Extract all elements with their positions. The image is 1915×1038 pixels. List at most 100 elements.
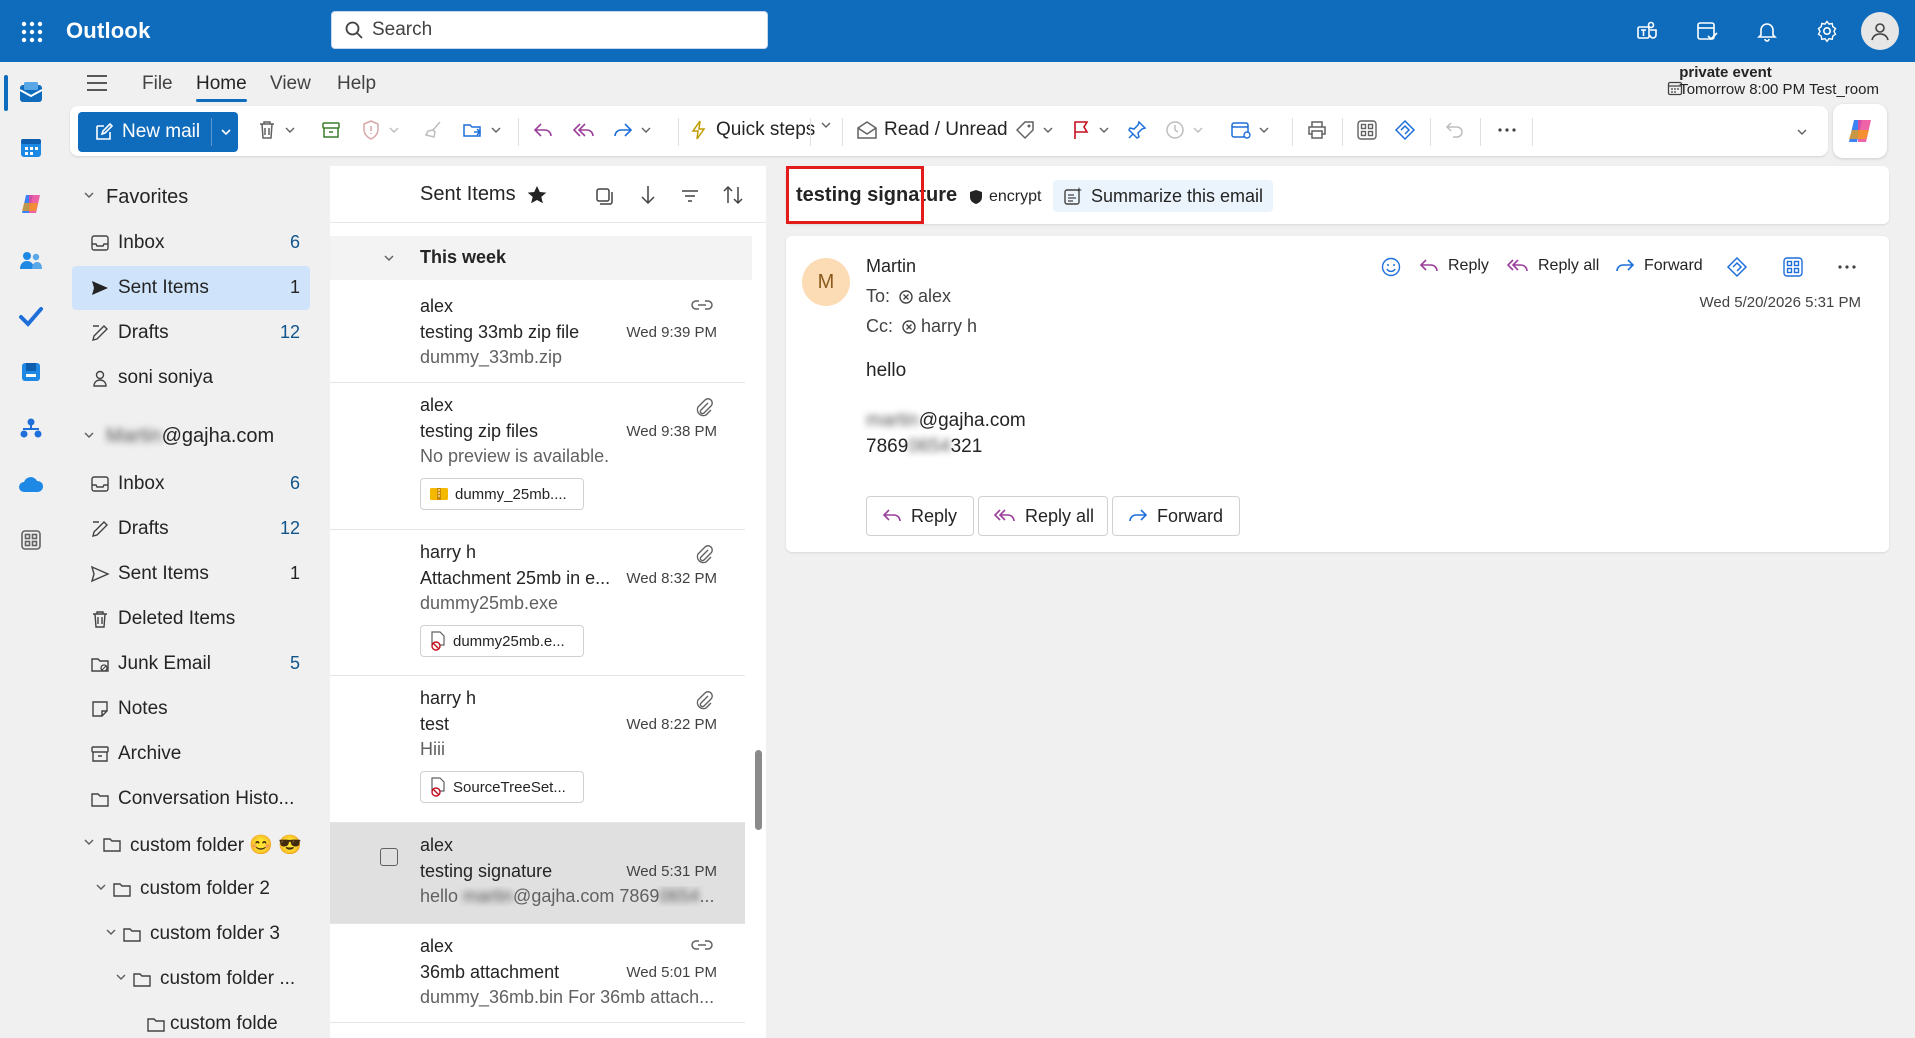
favorite-drafts[interactable]: Drafts 12: [72, 311, 310, 355]
folder-notes[interactable]: Notes: [72, 687, 310, 731]
more-actions-button[interactable]: [1836, 256, 1858, 278]
favorite-person[interactable]: soni soniya: [72, 356, 310, 400]
rail-more-apps[interactable]: [15, 524, 47, 556]
notifications-button[interactable]: [1737, 0, 1797, 62]
sender-avatar[interactable]: M: [802, 258, 850, 306]
folder-conversation-history[interactable]: Conversation Histo...: [72, 777, 310, 821]
chevron-down-icon[interactable]: [219, 125, 233, 139]
sender-name[interactable]: Martin: [866, 256, 916, 277]
flag-button[interactable]: [1070, 119, 1110, 141]
forward-button[interactable]: Forward: [1112, 496, 1240, 536]
to-recipient[interactable]: alex: [918, 286, 951, 307]
folder-archive[interactable]: Archive: [72, 732, 310, 776]
apps-header-button[interactable]: [1782, 256, 1804, 278]
attachment-chip[interactable]: dummy25mb.e...: [420, 625, 584, 657]
folder-sent-items[interactable]: Sent Items 1: [72, 552, 310, 596]
favorite-inbox[interactable]: Inbox 6: [72, 221, 310, 265]
categorize-button[interactable]: [1014, 119, 1054, 141]
report-button[interactable]: [360, 119, 400, 141]
reply-button[interactable]: Reply: [866, 496, 974, 536]
folder-custom-folder-4[interactable]: custom folder ...: [116, 957, 310, 1001]
group-header-this-week[interactable]: This week: [330, 236, 752, 280]
summarize-button[interactable]: Summarize this email: [1053, 180, 1273, 212]
folder-custom-folder[interactable]: custom folder 😊 😎: [86, 822, 310, 866]
rail-calendar[interactable]: [15, 132, 47, 164]
menu-file[interactable]: File: [142, 73, 173, 95]
list-scrollbar[interactable]: [755, 246, 762, 1024]
folder-inbox[interactable]: Inbox 6: [72, 462, 310, 506]
quick-steps-button[interactable]: Quick steps: [688, 119, 815, 141]
folder-deleted-items[interactable]: Deleted Items: [72, 597, 310, 641]
menu-view[interactable]: View: [270, 73, 311, 95]
chevron-down-icon[interactable]: [82, 428, 96, 442]
chevron-down-icon[interactable]: [490, 124, 502, 136]
star-icon[interactable]: [526, 184, 548, 206]
read-unread-button[interactable]: Read / Unread: [856, 119, 1008, 141]
rail-copilot[interactable]: [15, 188, 47, 220]
copilot-button[interactable]: [1833, 104, 1887, 158]
message-row[interactable]: alex 36mb attachment Wed 5:01 PM dummy_3…: [330, 924, 745, 1023]
folder-custom-folder-5[interactable]: custom folde: [140, 1002, 310, 1038]
message-row[interactable]: harry h test Wed 8:22 PM Hiii SourceTree…: [330, 676, 745, 823]
apps-button[interactable]: [1356, 119, 1378, 141]
message-row[interactable]: harry h Attachment 25mb in e... Wed 8:32…: [330, 530, 745, 676]
teams-button[interactable]: [1617, 0, 1677, 62]
my-day-button[interactable]: [1677, 0, 1737, 62]
reply-ribbon-button[interactable]: [532, 119, 554, 141]
chevron-down-icon[interactable]: [640, 124, 652, 136]
archive-button[interactable]: [320, 119, 342, 141]
chevron-down-icon[interactable]: [284, 124, 296, 136]
cc-recipient[interactable]: harry h: [921, 316, 977, 337]
upcoming-event[interactable]: private event Tomorrow 8:00 PM Test_room: [1679, 64, 1879, 98]
sweep-button[interactable]: [422, 119, 444, 141]
reply-all-header-button[interactable]: Reply all: [1506, 256, 1599, 276]
quick-steps-dropdown[interactable]: [820, 119, 832, 131]
chevron-down-icon[interactable]: [82, 188, 96, 202]
rail-org-explorer[interactable]: [15, 412, 47, 444]
snooze-button[interactable]: [1164, 119, 1204, 141]
loop-header-button[interactable]: [1726, 256, 1748, 278]
app-title[interactable]: Outlook: [66, 18, 151, 44]
menu-help[interactable]: Help: [337, 73, 376, 95]
sort-icon[interactable]: [722, 184, 744, 206]
select-checkbox[interactable]: [380, 848, 398, 866]
account-header[interactable]: Martin @gajha.com: [106, 416, 274, 456]
chevron-down-icon[interactable]: [388, 124, 400, 136]
app-launcher-icon[interactable]: [20, 20, 44, 44]
reply-all-ribbon-button[interactable]: [572, 119, 596, 141]
folder-drafts[interactable]: Drafts 12: [72, 507, 310, 551]
new-mail-button[interactable]: New mail: [78, 112, 238, 152]
filter-icon[interactable]: [680, 186, 700, 206]
rail-people[interactable]: [15, 244, 47, 276]
chevron-down-icon[interactable]: [1258, 124, 1270, 136]
encrypt-label[interactable]: encrypt: [969, 188, 1041, 206]
reply-all-button[interactable]: Reply all: [978, 496, 1108, 536]
forward-header-button[interactable]: Forward: [1614, 256, 1703, 276]
rail-onedrive[interactable]: [15, 468, 47, 500]
folder-junk-email[interactable]: Junk Email 5: [72, 642, 310, 686]
scrollbar-thumb[interactable]: [755, 750, 762, 830]
rules-button[interactable]: [1230, 119, 1270, 141]
more-options-button[interactable]: [1496, 119, 1518, 141]
settings-button[interactable]: [1797, 0, 1857, 62]
rail-todo[interactable]: [15, 300, 47, 332]
print-button[interactable]: [1306, 119, 1328, 141]
attachment-chip[interactable]: dummy_25mb....: [420, 478, 584, 510]
reaction-button[interactable]: [1380, 256, 1402, 278]
jump-to-icon[interactable]: [638, 184, 658, 206]
menu-home[interactable]: Home: [196, 73, 247, 102]
chevron-down-icon[interactable]: [1042, 124, 1054, 136]
move-to-button[interactable]: [462, 119, 502, 141]
ribbon-expand-button[interactable]: [1796, 126, 1808, 138]
hamburger-icon[interactable]: [86, 74, 108, 92]
favorites-header[interactable]: Favorites: [106, 177, 188, 217]
message-row[interactable]: alex testing 33mb zip file Wed 9:39 PM d…: [330, 284, 745, 383]
chevron-down-icon[interactable]: [1098, 124, 1110, 136]
attachment-chip[interactable]: SourceTreeSet...: [420, 771, 584, 803]
folder-custom-folder-3[interactable]: custom folder 3: [106, 912, 310, 956]
folder-custom-folder-2[interactable]: custom folder 2: [96, 867, 310, 911]
message-row-selected[interactable]: alex testing signature Wed 5:31 PM hello…: [330, 823, 745, 924]
reply-header-button[interactable]: Reply: [1418, 256, 1489, 276]
account-avatar[interactable]: [1861, 12, 1899, 50]
select-icon[interactable]: [594, 186, 614, 206]
